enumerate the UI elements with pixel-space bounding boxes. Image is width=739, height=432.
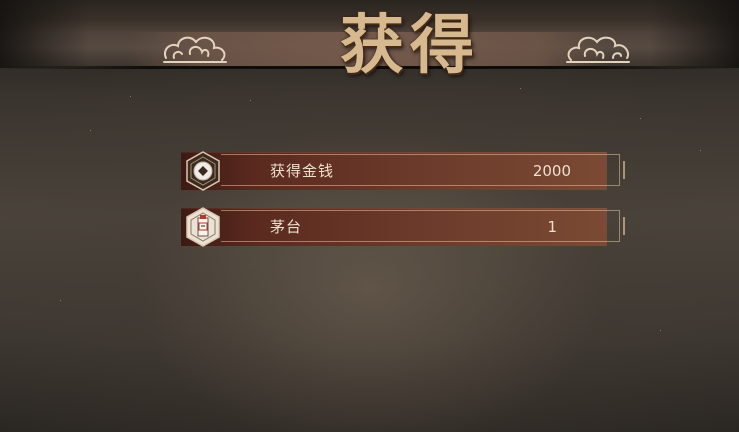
dust-speck — [250, 100, 251, 101]
reward-row-item: 茅台 1 — [165, 207, 625, 247]
dust-speck — [130, 96, 131, 97]
dust-speck — [700, 150, 701, 151]
reward-amount: 2000 — [532, 162, 571, 180]
reward-label: 茅台 — [270, 218, 303, 236]
coin-icon — [186, 151, 220, 191]
reward-amount: 1 — [547, 218, 557, 236]
reward-label: 获得金钱 — [270, 162, 335, 180]
liquor-bottle-icon — [186, 207, 220, 247]
dust-speck — [520, 88, 521, 89]
cloud-ornament-right-icon — [566, 36, 630, 63]
reward-row-money: 获得金钱 2000 — [165, 151, 625, 191]
dust-speck — [90, 130, 91, 131]
cloud-ornament-left-icon — [163, 36, 227, 63]
dust-speck — [60, 300, 61, 301]
dust-speck — [640, 118, 641, 119]
dust-speck — [660, 330, 661, 331]
page-title: 获得 — [340, 8, 480, 83]
title-banner: 获得 — [0, 0, 739, 83]
